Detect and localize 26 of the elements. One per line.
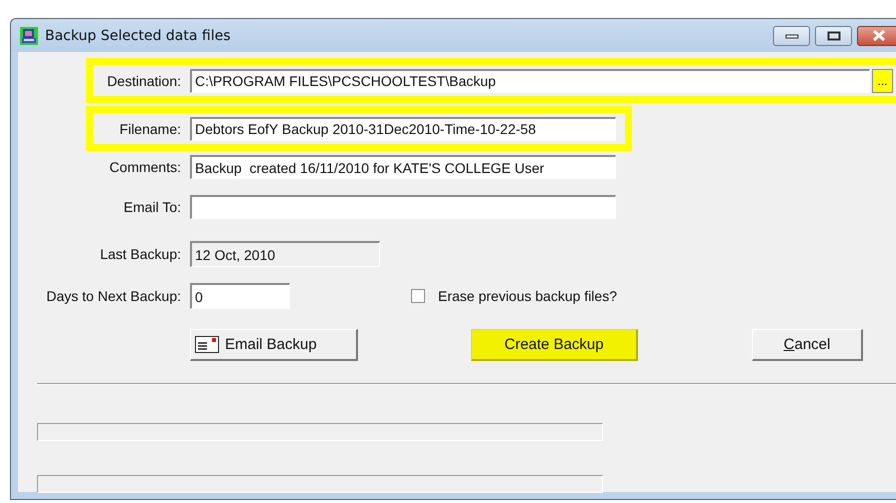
input-field[interactable] xyxy=(190,195,616,219)
field-label: Filename: xyxy=(118,120,181,136)
input-field[interactable]: 0 xyxy=(190,283,290,309)
field-label: Destination: xyxy=(106,72,181,88)
close-icon xyxy=(872,30,886,41)
field-label: Last Backup: xyxy=(99,246,181,262)
computer-icon xyxy=(20,26,38,44)
minimize-button[interactable] xyxy=(773,26,810,46)
checkbox[interactable] xyxy=(411,289,425,303)
field-label: Comments: xyxy=(108,159,181,175)
field-label: Days to Next Backup: xyxy=(45,288,181,304)
window-title: Backup Selected data files xyxy=(45,28,232,44)
maximize-icon xyxy=(826,30,840,40)
minimize-icon xyxy=(784,32,798,38)
maximize-button[interactable] xyxy=(815,26,852,46)
close-button[interactable] xyxy=(857,26,896,46)
browse-button[interactable]: ... xyxy=(872,68,893,92)
cancel-button[interactable]: Cancel xyxy=(752,329,863,361)
checkbox-label: Erase previous backup files? xyxy=(438,288,617,304)
input-field[interactable]: Debtors EofY Backup 2010-31Dec2010-Time-10-22-58 xyxy=(190,116,616,140)
field-label: Email To: xyxy=(122,199,181,215)
mail-icon xyxy=(195,336,219,353)
input-field[interactable]: C:\PROGRAM FILES\PCSCHOOLTEST\Backup xyxy=(190,68,870,92)
input-field[interactable]: Backup created 16/11/2010 for KATE'S COLLEGE User xyxy=(190,155,616,179)
email-backup-button[interactable]: Email Backup xyxy=(190,329,358,361)
create-backup-button[interactable]: Create Backup xyxy=(471,329,638,361)
